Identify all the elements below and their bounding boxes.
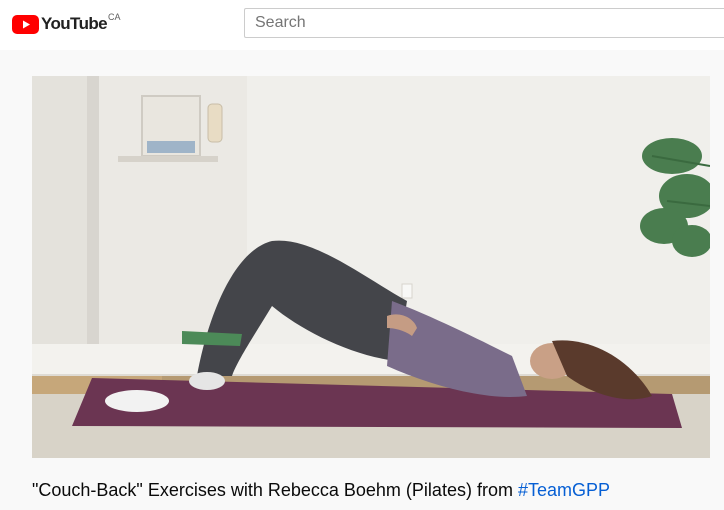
search-input[interactable]: [245, 14, 724, 32]
logo-wordmark: YouTube: [41, 14, 108, 33]
search-box[interactable]: [244, 8, 724, 38]
video-player[interactable]: [32, 76, 710, 458]
video-frame: [32, 76, 710, 458]
country-code: CA: [108, 12, 121, 22]
video-title: "Couch-Back" Exercises with Rebecca Boeh…: [32, 480, 610, 501]
youtube-logo[interactable]: YouTube CA: [12, 12, 121, 36]
masthead: YouTube CA: [0, 0, 724, 50]
hashtag-link[interactable]: #TeamGPP: [518, 480, 610, 500]
youtube-play-icon: [12, 14, 39, 34]
video-title-text: "Couch-Back" Exercises with Rebecca Boeh…: [32, 480, 518, 500]
